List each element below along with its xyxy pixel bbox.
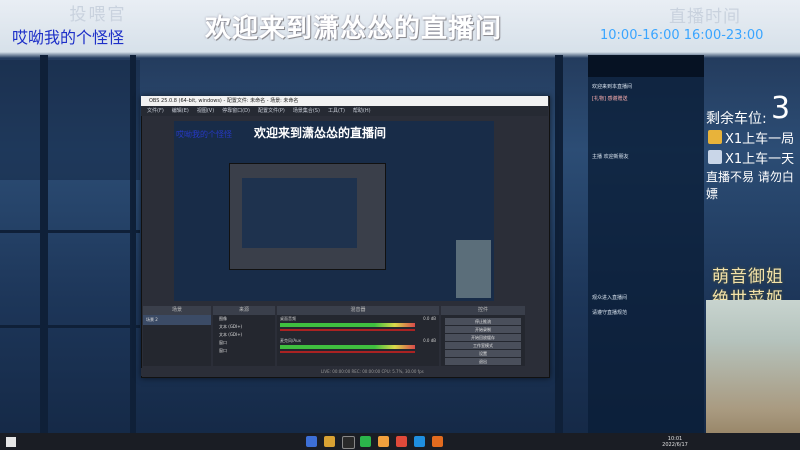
window-pillar: [130, 55, 136, 433]
menu-scene-collection[interactable]: 场景集合(S): [293, 106, 320, 116]
scenes-header: 场景: [143, 306, 211, 315]
volume-slider[interactable]: [280, 351, 415, 353]
railing: [0, 230, 140, 233]
obs-icon[interactable]: [342, 436, 355, 449]
ticket-icon: [708, 130, 722, 144]
obs-title-bar[interactable]: OBS 25.0.8 (64-bit, windows) - 配置文件: 未命名…: [141, 96, 548, 106]
background-building: [0, 60, 140, 180]
seats-label: 剩余车位:: [706, 111, 767, 127]
volume-meter: [280, 323, 415, 327]
reward-label: X1上车一局: [725, 131, 795, 147]
clock-date: 2022/6/17: [662, 442, 688, 448]
preview-photo: [456, 240, 491, 298]
track-name: 麦克风/Aux: [280, 338, 301, 343]
volume-slider[interactable]: [280, 329, 415, 331]
schedule-hours: 10:00-16:00 16:00-23:00: [600, 28, 764, 43]
preview-stream-title: 欢迎来到潇怂怂的直播间: [254, 126, 387, 140]
mixer-track: 桌面音频 0.0 dB: [277, 315, 439, 337]
menu-file[interactable]: 文件(F): [147, 106, 164, 116]
railing: [0, 325, 140, 328]
source-item[interactable]: 文本 (GDI+): [213, 331, 275, 339]
chat-header: [588, 55, 704, 77]
scenes-dock: 场景 场景 2: [143, 306, 211, 366]
source-item[interactable]: 图像: [213, 315, 275, 323]
menu-edit[interactable]: 编辑(E): [172, 106, 189, 116]
file-explorer-icon[interactable]: [324, 436, 335, 447]
status-text: LIVE: 00:00:00 REC: 00:00:00 CPU: 5.7%, …: [321, 369, 424, 374]
edge-icon[interactable]: [414, 436, 425, 447]
feeder-name: 哎呦我的个怪怪: [12, 28, 125, 47]
reward-item: X1上车一局: [708, 128, 800, 147]
chat-panel[interactable]: [588, 55, 704, 433]
replay-buffer-button[interactable]: 开始回放缓存: [445, 334, 521, 341]
start-recording-button[interactable]: 开始录制: [445, 326, 521, 333]
source-item[interactable]: 窗口: [213, 347, 275, 355]
wechat-icon[interactable]: [360, 436, 371, 447]
mixer-track: 麦克风/Aux 0.0 dB: [277, 337, 439, 359]
sources-dock: 来源 图像 文本 (GDI+) 文本 (GDI+) 窗口 窗口: [213, 306, 275, 366]
taskbar-clock[interactable]: 10:01 2022/6/17: [655, 436, 695, 448]
studio-mode-button[interactable]: 工作室模式: [445, 342, 521, 349]
track-name: 桌面音频: [280, 316, 296, 321]
source-item[interactable]: 文本 (GDI+): [213, 323, 275, 331]
reward-item: X1上车一天: [708, 148, 800, 167]
menu-profile[interactable]: 配置文件(P): [258, 106, 285, 116]
feeder-title: 投喂官: [69, 5, 127, 25]
settings-button[interactable]: 设置: [445, 350, 521, 357]
menu-view[interactable]: 视图(V): [197, 106, 214, 116]
schedule-title: 直播时间: [669, 7, 741, 27]
source-item[interactable]: 窗口: [213, 339, 275, 347]
reward-label: X1上车一天: [725, 151, 795, 167]
app-icon[interactable]: [396, 436, 407, 447]
obs-menu-bar: 文件(F) 编辑(E) 视图(V) 停靠窗口(D) 配置文件(P) 场景集合(S…: [141, 106, 548, 116]
streamer-photo: [706, 300, 800, 450]
stop-streaming-button[interactable]: 停止推流: [445, 318, 521, 325]
mixer-dock: 混音器 桌面音频 0.0 dB 麦克风/Aux 0.0 dB: [277, 306, 439, 366]
start-button[interactable]: [6, 437, 16, 447]
window-pillar: [40, 55, 48, 433]
chat-line: 观众进入直播间: [592, 295, 628, 301]
mixer-header: 混音器: [277, 306, 439, 315]
track-db: 0.0 dB: [423, 316, 436, 321]
chat-line: 请遵守直播规范: [592, 310, 628, 316]
seats-count: 3: [771, 91, 791, 126]
app-icon[interactable]: [378, 436, 389, 447]
app-icon[interactable]: [432, 436, 443, 447]
track-db: 0.0 dB: [423, 338, 436, 343]
chat-line: 主播 欢迎新朋友: [592, 154, 629, 160]
chat-line: [礼物] 感谢赠送: [592, 96, 628, 102]
menu-help[interactable]: 帮助(H): [353, 106, 371, 116]
chat-line: 欢迎来到本直播间: [592, 84, 633, 90]
browser-icon[interactable]: [306, 436, 317, 447]
window-pillar: [555, 55, 563, 433]
notice-text: 直播不易 请勿白嫖: [706, 170, 794, 201]
card-icon: [708, 150, 722, 164]
menu-tools[interactable]: 工具(T): [328, 106, 345, 116]
volume-meter: [280, 345, 415, 349]
stream-title: 欢迎来到潇怂怂的直播间: [205, 14, 503, 44]
preview-feeder-name: 哎呦我的个怪怪: [176, 130, 232, 139]
obs-title-text: OBS 25.0.8 (64-bit, windows) - 配置文件: 未命名…: [149, 98, 299, 104]
controls-header: 控件: [441, 306, 525, 315]
sources-header: 来源: [213, 306, 275, 315]
obs-status-bar: LIVE: 00:00:00 REC: 00:00:00 CPU: 5.7%, …: [141, 368, 548, 376]
exit-button[interactable]: 退出: [445, 358, 521, 365]
nested-preview-inner: [242, 178, 357, 248]
menu-docks[interactable]: 停靠窗口(D): [222, 106, 250, 116]
scene-item[interactable]: 场景 2: [143, 315, 211, 325]
slogan-line-1: 萌音御姐: [712, 267, 784, 287]
